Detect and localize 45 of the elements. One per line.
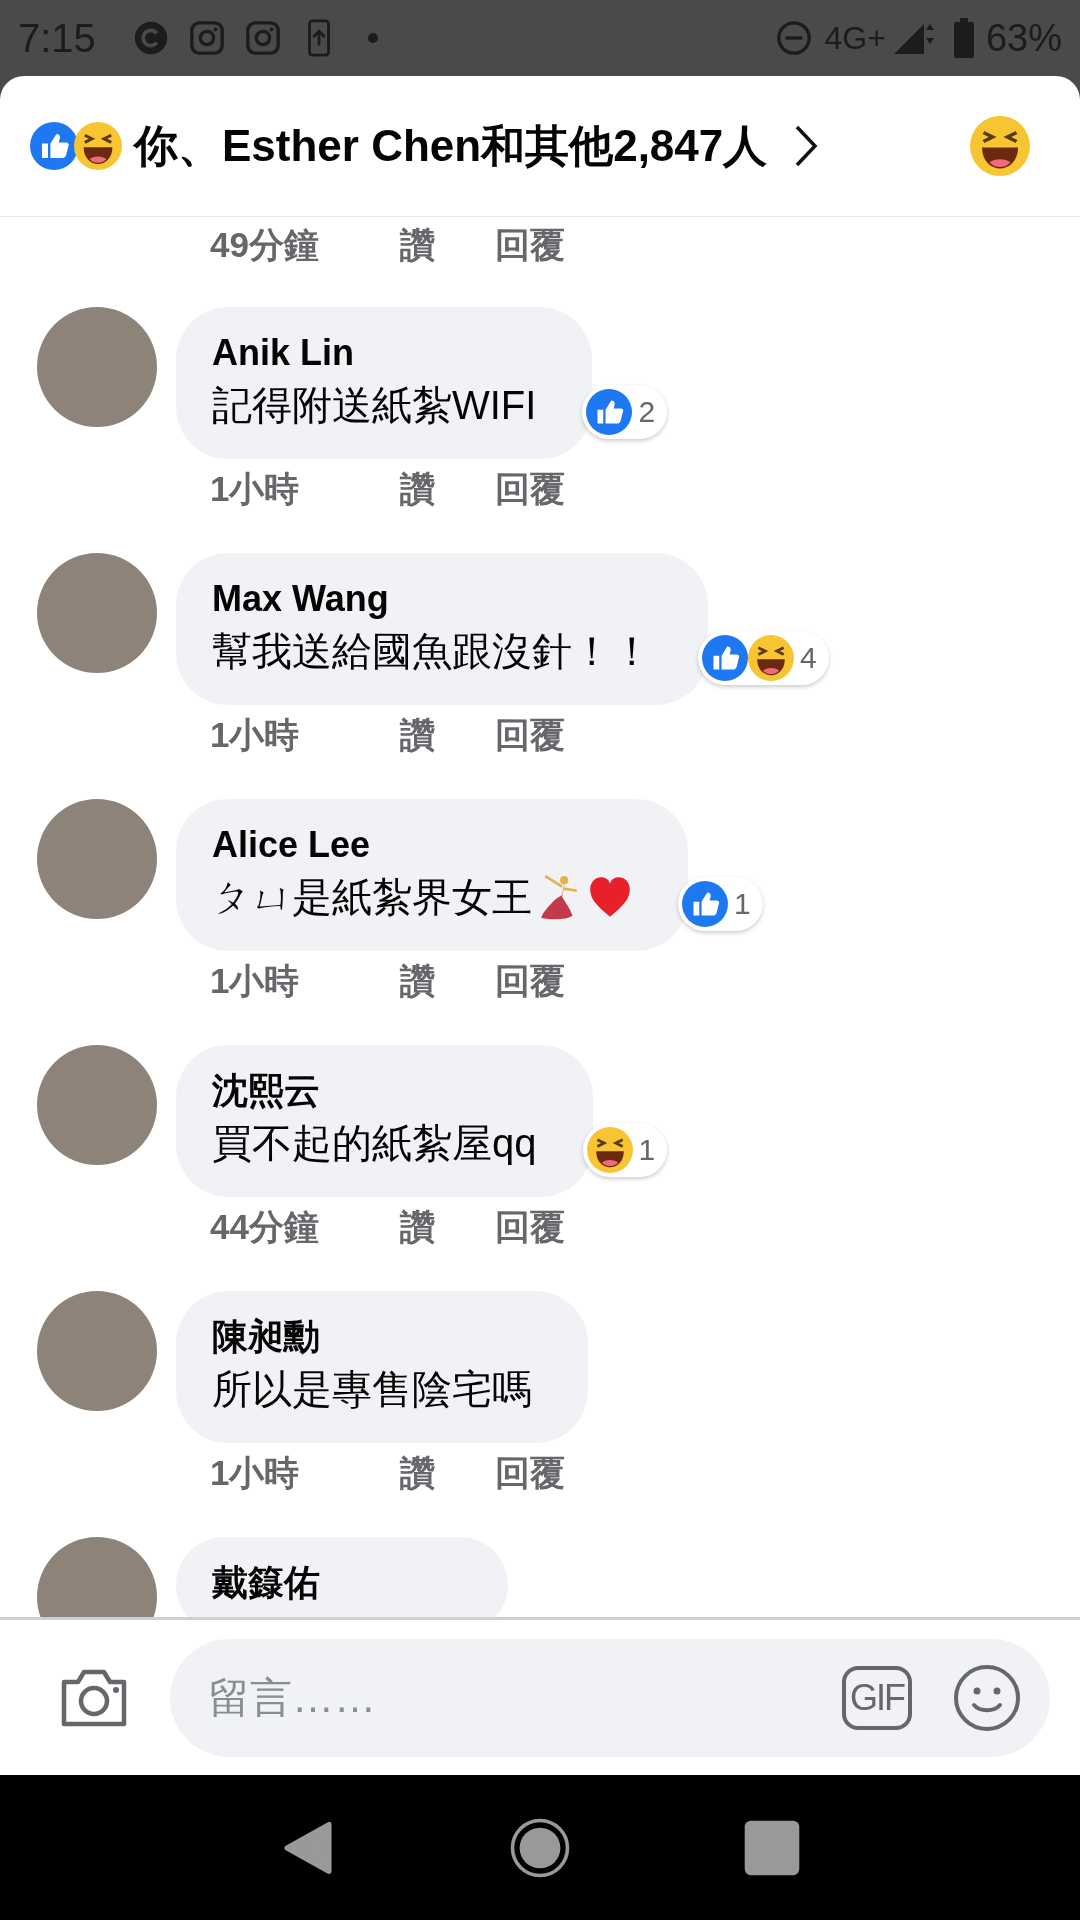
like-link[interactable]: 讚	[400, 711, 435, 759]
camera-app-icon	[187, 19, 226, 57]
like-link[interactable]: 讚	[400, 465, 435, 513]
like-link[interactable]: 讚	[400, 221, 435, 269]
like-link[interactable]: 讚	[400, 957, 435, 1005]
chevron-right-icon[interactable]	[793, 124, 820, 168]
comment-text: 所以是專售陰宅嗎	[212, 1366, 532, 1413]
comment-time: 1小時	[210, 959, 301, 1002]
reaction-count-pill[interactable]: 4	[698, 631, 829, 685]
battery-icon	[953, 18, 974, 58]
reply-link[interactable]: 回覆	[495, 465, 565, 513]
reply-link[interactable]: 回覆	[495, 221, 565, 269]
comment-time: 1小時	[210, 467, 301, 510]
comment-time: 1小時	[210, 1451, 301, 1494]
commenter-name[interactable]: Max Wang	[212, 575, 652, 623]
reply-link[interactable]: 回覆	[495, 957, 565, 1005]
reaction-count-pill[interactable]: 2	[582, 385, 668, 439]
commenter-name[interactable]: Alice Lee	[212, 821, 632, 869]
notification-dot-icon	[367, 33, 378, 43]
like-link[interactable]: 讚	[400, 1449, 435, 1497]
comment-input-field[interactable]: 留言…… GIF	[170, 1638, 1050, 1757]
comment-time: 49分鐘	[210, 223, 320, 266]
comment-time: 44分鐘	[210, 1205, 320, 1248]
reply-link[interactable]: 回覆	[495, 711, 565, 759]
reply-link[interactable]: 回覆	[495, 1449, 565, 1497]
comment-text: 幫我送給國魚跟沒針！！	[212, 628, 652, 675]
reactions-summary-link[interactable]: 你、Esther Chen和其他2,847人	[134, 116, 768, 176]
do-not-disturb-icon	[774, 19, 813, 57]
reply-link[interactable]: 回覆	[495, 1203, 565, 1251]
comment-text: ㄆㄩ是紙紮界女王	[212, 869, 632, 925]
commenter-name[interactable]: Anik Lin	[212, 329, 537, 377]
home-icon[interactable]	[509, 1816, 571, 1879]
smiley-icon[interactable]	[952, 1662, 1022, 1733]
commenter-name[interactable]: 沈熙云	[212, 1067, 537, 1115]
gif-button[interactable]: GIF	[842, 1665, 912, 1730]
commenter-name[interactable]: 戴籙佑	[212, 1559, 452, 1607]
comment-text: 買不起的紙紮屋qq	[212, 1120, 537, 1167]
comment-text: 記得附送紙紮WIFI	[212, 382, 537, 429]
commenter-name[interactable]: 陳昶勳	[212, 1313, 532, 1361]
like-link[interactable]: 讚	[400, 1203, 435, 1251]
camera-app-icon	[243, 19, 282, 57]
comment-time: 1小時	[210, 713, 301, 756]
reaction-count-pill[interactable]: 1	[582, 1123, 668, 1177]
reaction-count-pill[interactable]: 1	[678, 877, 763, 931]
laughing-face-icon[interactable]	[970, 116, 1030, 176]
